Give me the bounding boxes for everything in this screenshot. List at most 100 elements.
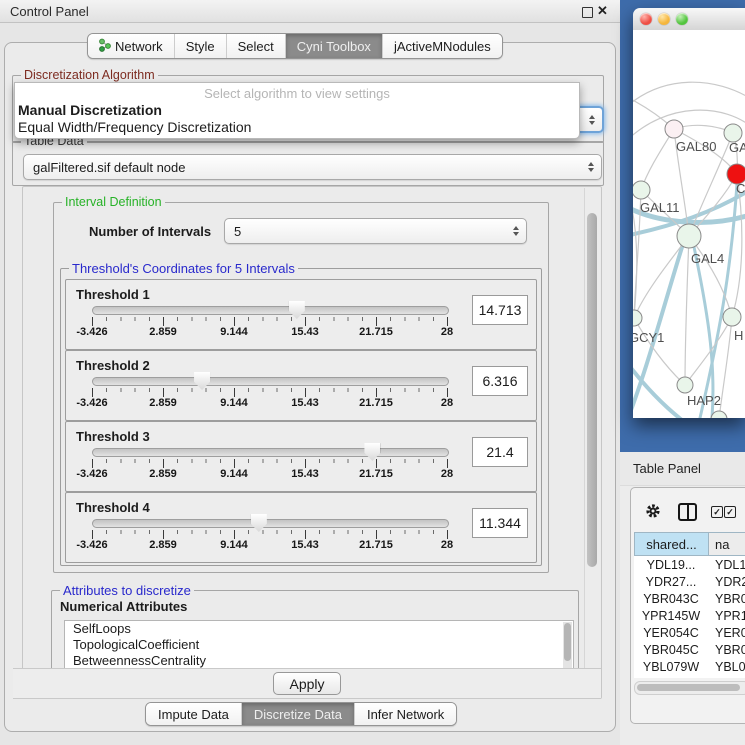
settings-scrollbar-track[interactable] <box>584 188 600 697</box>
attribute-list-item[interactable]: BetweennessCentrality <box>65 653 573 669</box>
table-row[interactable]: YER054CYER0 <box>634 624 745 641</box>
tab-network[interactable]: Network <box>88 34 174 58</box>
network-window-titlebar[interactable] <box>633 8 745 31</box>
network-node-h[interactable] <box>723 308 741 326</box>
cell-shared-name: YER054C <box>634 624 708 641</box>
threshold-slider-track[interactable] <box>92 377 449 386</box>
checkbox-icon[interactable]: ✓ <box>711 506 723 518</box>
network-node-label: HAP2 <box>687 393 721 408</box>
minimize-traffic-light-icon[interactable] <box>658 13 670 25</box>
float-window-icon[interactable] <box>582 7 593 18</box>
attributes-scrollbar[interactable] <box>563 622 572 668</box>
network-edge[interactable] <box>633 82 745 108</box>
network-node-label: H <box>734 328 743 343</box>
attribute-list-item[interactable]: SelfLoops <box>65 621 573 637</box>
split-columns-icon[interactable] <box>678 503 697 521</box>
network-edge[interactable] <box>685 236 689 385</box>
popup-option-manual-discretization[interactable]: Manual Discretization <box>17 102 578 119</box>
cytoscape-desktop: GAL80GACGAL11GAL4GCY1HHAP2 <box>620 0 745 452</box>
group-title-interval-definition: Interval Definition <box>62 195 165 209</box>
threshold-value-field[interactable]: 14.713 <box>472 295 528 325</box>
tab-select[interactable]: Select <box>226 34 285 58</box>
network-edge[interactable] <box>641 129 674 190</box>
network-node-label: GAL80 <box>676 139 716 154</box>
threshold-slider-ticks <box>92 530 448 539</box>
network-canvas[interactable]: GAL80GACGAL11GAL4GCY1HHAP2 <box>633 30 745 418</box>
cell-shared-name: YBR043C <box>634 590 708 607</box>
network-node-gal4[interactable] <box>677 224 701 248</box>
table-row[interactable]: YDL19...YDL1 <box>634 556 745 573</box>
network-node-gal80[interactable] <box>665 120 683 138</box>
tick-label: 2.859 <box>149 468 177 480</box>
tab-style[interactable]: Style <box>174 34 226 58</box>
threshold-row: Threshold 1 -3.4262.8599.14415.4321.7152… <box>65 279 537 350</box>
column-header-name[interactable]: na <box>709 533 745 555</box>
table-data-group: Table Data galFiltered.sif default node <box>12 141 604 186</box>
combo-stepper-icon <box>588 162 594 172</box>
threshold-value-field[interactable]: 21.4 <box>472 437 528 467</box>
threshold-tick-labels: -3.4262.8599.14415.4321.71528 <box>92 468 447 481</box>
tab-cyni-toolbox[interactable]: Cyni Toolbox <box>285 34 382 58</box>
interval-definition-group: Interval Definition Number of Intervals … <box>53 202 549 573</box>
threshold-label: Threshold 4 <box>76 500 150 515</box>
number-of-intervals-combobox[interactable]: 5 <box>224 218 527 244</box>
table-row[interactable]: YBR043CYBR0 <box>634 590 745 607</box>
network-node-gcy1[interactable] <box>633 310 642 326</box>
tick-label: 15.43 <box>291 468 319 480</box>
threshold-slider-track[interactable] <box>92 519 449 528</box>
threshold-tick-labels: -3.4262.8599.14415.4321.71528 <box>92 326 447 339</box>
popup-option-equal-width-frequency[interactable]: Equal Width/Frequency Discretization <box>17 119 578 136</box>
tick-label: -3.426 <box>76 326 107 338</box>
tab-infer-network[interactable]: Infer Network <box>354 703 456 725</box>
threshold-label: Threshold 2 <box>76 358 150 373</box>
table-row[interactable]: YPR145WYPR1 <box>634 607 745 624</box>
checkbox-icon[interactable]: ✓ <box>724 506 736 518</box>
network-view-window[interactable]: GAL80GACGAL11GAL4GCY1HHAP2 <box>633 8 745 418</box>
attribute-list-item[interactable]: TopologicalCoefficient <box>65 637 573 653</box>
cell-shared-name: YLR345W <box>634 675 708 678</box>
threshold-row: Threshold 4 -3.4262.8599.14415.4321.7152… <box>65 492 537 563</box>
threshold-value-field[interactable]: 11.344 <box>472 508 528 538</box>
apply-footer: Apply <box>13 668 601 699</box>
cell-shared-name: YPR145W <box>634 607 708 624</box>
close-icon[interactable]: ✕ <box>597 3 608 19</box>
table-row[interactable]: YBR045CYBR0 <box>634 641 745 658</box>
column-header-shared-name[interactable]: shared... <box>635 533 709 555</box>
tab-discretize-data[interactable]: Discretize Data <box>241 703 354 725</box>
tab-impute-data[interactable]: Impute Data <box>146 703 241 725</box>
tick-label: 15.43 <box>291 397 319 409</box>
threshold-value-field[interactable]: 6.316 <box>472 366 528 396</box>
zoom-traffic-light-icon[interactable] <box>676 13 688 25</box>
network-node-label: GA <box>729 140 745 155</box>
network-node-label: GAL11 <box>640 200 680 215</box>
settings-scrollbar-thumb[interactable] <box>587 213 597 567</box>
apply-button[interactable]: Apply <box>273 672 341 695</box>
settings-scrollpane: Interval Definition Number of Intervals … <box>22 186 602 699</box>
numerical-attributes-heading: Numerical Attributes <box>60 599 187 614</box>
network-icon <box>99 38 111 55</box>
threshold-slider-ticks <box>92 459 448 468</box>
numerical-attributes-list[interactable]: SelfLoopsTopologicalCoefficientBetweenne… <box>64 620 574 672</box>
tab-network-label: Network <box>115 39 163 54</box>
close-traffic-light-icon[interactable] <box>640 13 652 25</box>
threshold-slider-track[interactable] <box>92 448 449 457</box>
gear-icon[interactable] <box>645 503 661 524</box>
threshold-slider-ticks <box>92 317 448 326</box>
cell-name: YDR2 <box>708 573 745 590</box>
network-node-gal11[interactable] <box>633 181 650 199</box>
table-rows: YDL19...YDL1YDR27...YDR2YBR043CYBR0YPR14… <box>634 556 745 678</box>
tab-jactivemnodules[interactable]: jActiveMNodules <box>382 34 502 58</box>
threshold-slider-track[interactable] <box>92 306 449 315</box>
table-row[interactable]: YBL079WYBL0 <box>634 658 745 675</box>
threshold-label: Threshold 3 <box>76 429 150 444</box>
tick-label: 28 <box>441 468 453 480</box>
network-node-hap2[interactable] <box>677 377 693 393</box>
table-data-combobox[interactable]: galFiltered.sif default node <box>23 154 602 180</box>
network-graph: GAL80GACGAL11GAL4GCY1HHAP2 <box>633 30 745 418</box>
table-row[interactable]: YLR345WYLR3 <box>634 675 745 678</box>
control-panel-tabbar: Network Style Select Cyni Toolbox jActiv… <box>87 33 503 59</box>
table-horizontal-scrollbar[interactable] <box>634 681 745 695</box>
network-node-label: GAL4 <box>691 251 724 266</box>
tick-label: -3.426 <box>76 397 107 409</box>
table-row[interactable]: YDR27...YDR2 <box>634 573 745 590</box>
